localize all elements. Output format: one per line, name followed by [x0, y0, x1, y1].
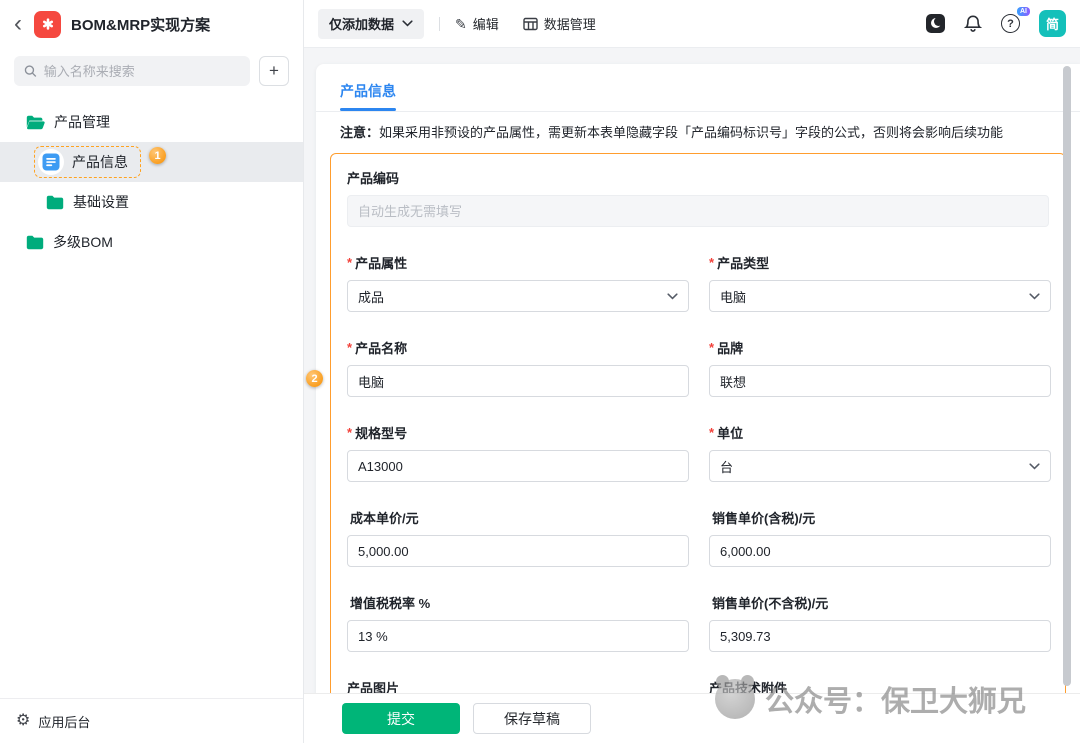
edit-button[interactable]: ✎ 编辑	[455, 14, 499, 33]
selected-item-outline: 产品信息	[34, 146, 141, 178]
search-input-field[interactable]	[44, 64, 240, 79]
field-brand: *品牌	[709, 338, 1051, 397]
chevron-down-icon	[402, 20, 413, 27]
field-spec-model: *规格型号	[347, 423, 689, 482]
unit-select[interactable]: 台	[709, 450, 1051, 482]
form-tab-row: 产品信息	[316, 64, 1080, 112]
sidebar-tree: 产品管理 产品信息 基础设置 多级BOM	[0, 96, 303, 262]
help-button[interactable]: ? AI	[1001, 14, 1020, 33]
theme-toggle-icon[interactable]	[926, 14, 945, 33]
add-button[interactable]: +	[259, 56, 289, 86]
field-product-image: 产品图片 选择 拖拽或单击后粘贴图片，单张20MB以内	[347, 678, 689, 694]
product-code-input	[347, 195, 1049, 227]
field-unit: *单位 台	[709, 423, 1051, 482]
question-mark-icon: ?	[1001, 14, 1020, 33]
back-icon[interactable]: ‹	[14, 12, 22, 36]
moon-icon	[931, 18, 941, 28]
field-vat-rate: 增值税税率 %	[347, 593, 689, 652]
app-backend-button[interactable]: ⚙ 应用后台	[0, 698, 303, 743]
chevron-down-icon	[1029, 293, 1040, 300]
tree-item-label: 多级BOM	[53, 232, 113, 252]
edit-button-label: 编辑	[473, 14, 499, 33]
tree-item-label: 基础设置	[73, 192, 129, 212]
product-type-select[interactable]: 电脑	[709, 280, 1051, 312]
callout-1: 1	[149, 147, 166, 164]
sidebar-item-multilevel-bom[interactable]: 多级BOM	[0, 222, 303, 262]
sidebar: ‹ BOM&MRP实现方案 +	[0, 0, 304, 743]
sidebar-header: ‹ BOM&MRP实现方案	[0, 0, 303, 48]
folder-open-icon	[26, 115, 45, 130]
field-product-name: *产品名称	[347, 338, 689, 397]
field-product-type: *产品类型 电脑	[709, 253, 1051, 312]
callout-2: 2	[306, 370, 323, 387]
save-draft-button[interactable]: 保存草稿	[473, 703, 591, 734]
field-tech-attachment: 产品技术附件 选择 拖拽或单击后粘贴文件，单个500MB以内	[709, 678, 1051, 694]
topbar-right: ? AI 简	[926, 10, 1066, 37]
form-footer: 提交 保存草稿	[304, 694, 1080, 743]
field-product-code: 产品编码	[347, 168, 1049, 227]
cost-price-input[interactable]	[347, 535, 689, 567]
folder-icon	[26, 235, 44, 250]
gear-icon: ⚙	[16, 713, 30, 729]
field-label: 产品编码	[347, 168, 399, 187]
add-data-mode-button[interactable]: 仅添加数据	[318, 9, 424, 39]
tab-active-indicator	[340, 108, 396, 111]
sidebar-search-row: +	[0, 48, 303, 96]
app-logo-icon	[34, 11, 61, 38]
field-sale-price-no-tax: 销售单价(不含税)/元	[709, 593, 1051, 652]
table-grid-icon	[523, 17, 538, 31]
ai-badge: AI	[1017, 7, 1030, 16]
scrollbar[interactable]	[1063, 66, 1071, 686]
search-icon	[24, 64, 37, 78]
bell-icon[interactable]	[964, 14, 982, 33]
submit-button[interactable]: 提交	[342, 703, 460, 734]
data-manage-button[interactable]: 数据管理	[523, 14, 596, 33]
product-attribute-select[interactable]: 成品	[347, 280, 689, 312]
tab-product-info[interactable]: 产品信息	[340, 81, 396, 111]
folder-icon	[46, 195, 64, 210]
topbar: 仅添加数据 ✎ 编辑 数据管理 ? AI 简	[304, 0, 1080, 48]
app-title: BOM&MRP实现方案	[71, 14, 210, 35]
field-product-attribute: *产品属性 成品	[347, 253, 689, 312]
form-fields-group: 产品编码 *产品属性 成品 *产品类型 电脑	[330, 153, 1066, 694]
chevron-down-icon	[667, 293, 678, 300]
mode-button-label: 仅添加数据	[329, 14, 394, 33]
field-cost-price: 成本单价/元	[347, 508, 689, 567]
sidebar-item-product-management[interactable]: 产品管理	[0, 102, 303, 142]
sidebar-item-basic-settings[interactable]: 基础设置	[0, 182, 303, 222]
sale-price-with-tax-input[interactable]	[709, 535, 1051, 567]
app-backend-label: 应用后台	[38, 712, 90, 731]
sale-price-no-tax-input[interactable]	[709, 620, 1051, 652]
tree-item-label: 产品管理	[54, 112, 110, 132]
chevron-down-icon	[1029, 463, 1040, 470]
field-sale-price-with-tax: 销售单价(含税)/元	[709, 508, 1051, 567]
account-avatar[interactable]: 简	[1039, 10, 1066, 37]
pencil-icon: ✎	[455, 17, 467, 31]
app-root: ‹ BOM&MRP实现方案 +	[0, 0, 1080, 743]
tab-label: 产品信息	[340, 83, 396, 99]
form-card: 产品信息 注意：如果采用非预设的产品属性，需更新本表单隐藏字段「产品编码标识号」…	[316, 64, 1080, 694]
product-name-input[interactable]	[347, 365, 689, 397]
search-input[interactable]	[14, 56, 250, 86]
spec-model-input[interactable]	[347, 450, 689, 482]
data-manage-label: 数据管理	[544, 14, 596, 33]
tree-item-label: 产品信息	[72, 152, 128, 172]
brand-input[interactable]	[709, 365, 1051, 397]
vat-rate-input[interactable]	[347, 620, 689, 652]
form-doc-icon	[38, 149, 64, 175]
notice-text: 注意：如果采用非预设的产品属性，需更新本表单隐藏字段「产品编码标识号」字段的公式…	[340, 122, 1056, 141]
divider	[439, 17, 440, 31]
